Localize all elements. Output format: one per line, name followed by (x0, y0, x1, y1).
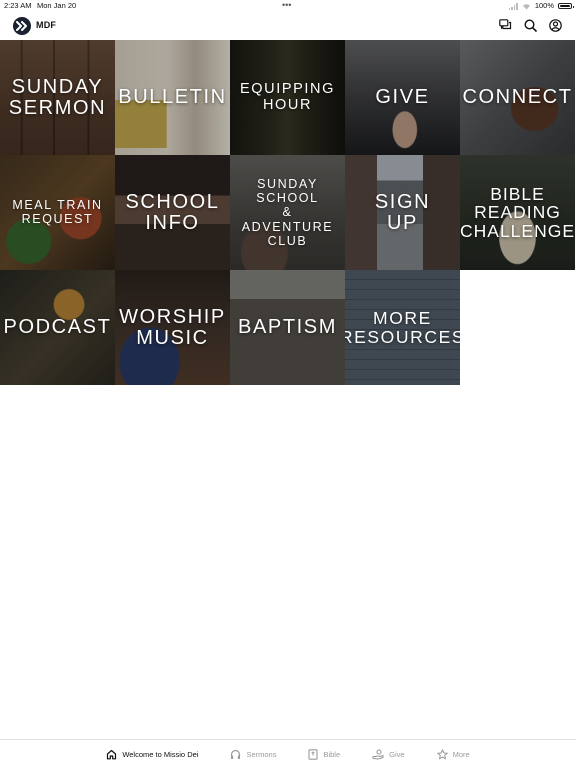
battery-icon (558, 3, 574, 9)
tile-label: BULLETIN (118, 86, 227, 108)
tile-label: EQUIPPING HOUR (240, 81, 335, 113)
tab-give[interactable]: Give (356, 740, 420, 768)
tile-label: PODCAST (3, 316, 112, 338)
chat-icon[interactable] (498, 18, 512, 32)
cellular-signal-icon (508, 2, 518, 10)
tile-label: SUNDAY SCHOOL & ADVENTURE CLUB (241, 176, 334, 249)
app-title: MDF (36, 20, 57, 30)
tile-label: SIGN UP (374, 190, 431, 234)
tab-label: Sermons (246, 749, 277, 759)
tab-bar: Welcome to Missio Dei Sermons Bible Give… (0, 739, 576, 768)
tile-sign-up[interactable]: SIGN UP (345, 155, 460, 270)
bible-icon (308, 748, 319, 760)
header-actions (498, 18, 562, 32)
tile-label: BAPTISM (238, 316, 337, 338)
tile-give[interactable]: GIVE (345, 40, 460, 155)
tile-sunday-school-adventure-club[interactable]: SUNDAY SCHOOL & ADVENTURE CLUB (230, 155, 345, 270)
tab-label: Give (389, 749, 405, 759)
tile-grid: SUNDAY SERMON BULLETIN EQUIPPING HOUR GI… (0, 40, 575, 385)
tab-label: Bible (323, 749, 341, 759)
tile-label: WORSHIP MUSIC (119, 305, 226, 349)
status-date: Mon Jan 20 (37, 1, 77, 10)
tile-more-resources[interactable]: MORE RESOURCES (345, 270, 460, 385)
tab-more[interactable]: More (421, 740, 486, 768)
multitask-dots-icon[interactable]: ••• (282, 0, 291, 11)
tab-label: Welcome to Missio Dei (122, 749, 199, 759)
tile-school-info[interactable]: SCHOOL INFO (115, 155, 230, 270)
home-icon (107, 749, 117, 759)
give-hand-icon (372, 748, 384, 760)
tile-equipping-hour[interactable]: EQUIPPING HOUR (230, 40, 345, 155)
tile-connect[interactable]: CONNECT (460, 40, 575, 155)
tile-meal-train-request[interactable]: MEAL TRAIN REQUEST (0, 155, 115, 270)
tab-welcome[interactable]: Welcome to Missio Dei (90, 740, 214, 768)
tab-label: More (452, 749, 470, 759)
status-bar: 2:23 AM Mon Jan 20 ••• 100% (0, 0, 576, 12)
battery-percent: 100% (534, 1, 554, 10)
app-header: MDF (0, 12, 576, 40)
tile-label: GIVE (375, 86, 430, 108)
tile-podcast[interactable]: PODCAST (0, 270, 115, 385)
tile-label: CONNECT (462, 86, 573, 108)
tab-sermons[interactable]: Sermons (214, 740, 292, 768)
tile-sunday-sermon[interactable]: SUNDAY SERMON (0, 40, 115, 155)
tile-worship-music[interactable]: WORSHIP MUSIC (115, 270, 230, 385)
wifi-icon (522, 3, 531, 10)
headphones-icon (231, 749, 241, 759)
tab-bible[interactable]: Bible (292, 740, 356, 768)
account-icon[interactable] (548, 18, 562, 32)
tile-label: MORE RESOURCES (345, 308, 460, 347)
status-indicators: 100% (508, 0, 574, 12)
tile-bulletin[interactable]: BULLETIN (115, 40, 230, 155)
double-chevron-right-icon[interactable] (13, 17, 31, 35)
tile-label: MEAL TRAIN REQUEST (12, 198, 103, 226)
tile-label: SCHOOL INFO (125, 190, 220, 234)
tile-label: BIBLE READING CHALLENGE (460, 183, 575, 241)
tile-bible-reading-challenge[interactable]: BIBLE READING CHALLENGE (460, 155, 575, 270)
star-icon (436, 748, 448, 759)
tile-label: SUNDAY SERMON (8, 75, 107, 119)
search-icon[interactable] (523, 18, 537, 32)
tile-baptism[interactable]: BAPTISM (230, 270, 345, 385)
status-time: 2:23 AM (4, 1, 32, 10)
